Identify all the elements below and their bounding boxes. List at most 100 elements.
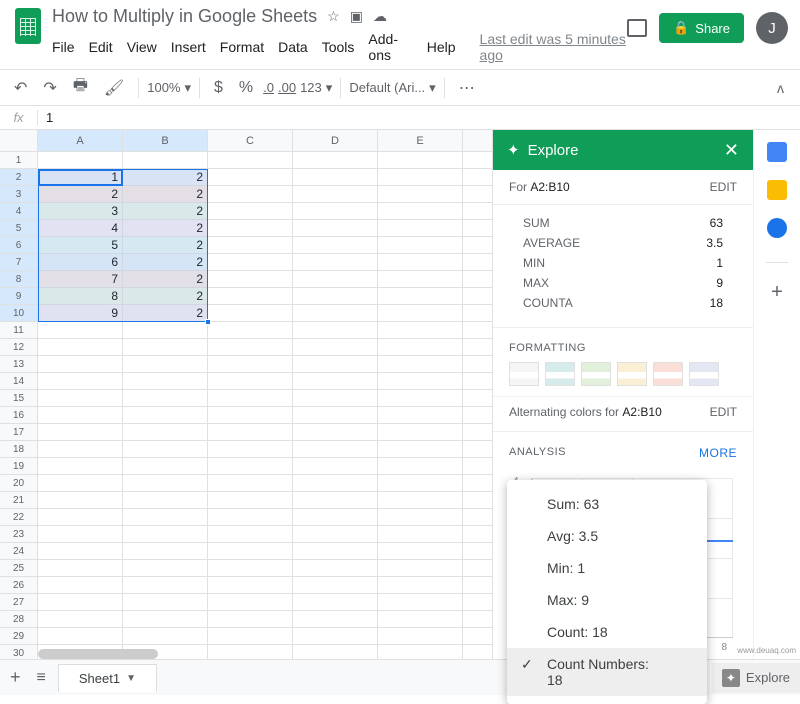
cell[interactable]: [378, 475, 463, 491]
cell[interactable]: [293, 492, 378, 508]
row-header[interactable]: 26: [0, 577, 38, 593]
cell[interactable]: [38, 390, 123, 406]
cell[interactable]: [123, 356, 208, 372]
color-swatch[interactable]: [581, 362, 611, 386]
cell[interactable]: [293, 509, 378, 525]
cell[interactable]: [378, 424, 463, 440]
cell[interactable]: [293, 322, 378, 338]
quick-sum-option[interactable]: Max: 9: [507, 584, 707, 616]
cell[interactable]: [293, 628, 378, 644]
cell[interactable]: [123, 509, 208, 525]
fill-handle[interactable]: [205, 319, 211, 325]
cell[interactable]: [378, 254, 463, 270]
cell[interactable]: [208, 458, 293, 474]
tasks-icon[interactable]: [767, 218, 787, 238]
doc-title[interactable]: How to Multiply in Google Sheets: [52, 6, 317, 27]
cell[interactable]: [293, 254, 378, 270]
cell[interactable]: [378, 322, 463, 338]
col-header-a[interactable]: A: [38, 130, 123, 151]
cell[interactable]: [378, 305, 463, 321]
cell[interactable]: [208, 288, 293, 304]
cell[interactable]: [293, 203, 378, 219]
addons-plus-icon[interactable]: +: [771, 281, 783, 304]
cell[interactable]: 5: [38, 237, 123, 253]
cell[interactable]: [123, 611, 208, 627]
cell[interactable]: [293, 424, 378, 440]
cell[interactable]: [378, 186, 463, 202]
cell[interactable]: [293, 560, 378, 576]
cell[interactable]: [38, 492, 123, 508]
cell[interactable]: [123, 339, 208, 355]
cell[interactable]: [208, 305, 293, 321]
cell[interactable]: [208, 526, 293, 542]
cell[interactable]: [293, 186, 378, 202]
all-sheets-icon[interactable]: ≡: [31, 669, 52, 687]
cell[interactable]: 2: [123, 186, 208, 202]
cell[interactable]: [38, 458, 123, 474]
cell[interactable]: [378, 237, 463, 253]
cell[interactable]: [378, 594, 463, 610]
cell[interactable]: [293, 373, 378, 389]
cell[interactable]: [123, 492, 208, 508]
select-all-corner[interactable]: [0, 130, 38, 151]
cell[interactable]: [208, 373, 293, 389]
edit-range-button[interactable]: EDIT: [710, 180, 737, 194]
cell[interactable]: [208, 322, 293, 338]
cell[interactable]: [38, 424, 123, 440]
color-swatch[interactable]: [653, 362, 683, 386]
cell[interactable]: [293, 339, 378, 355]
redo-icon[interactable]: ↷: [37, 74, 62, 102]
cell[interactable]: [378, 390, 463, 406]
cell[interactable]: [123, 628, 208, 644]
cell[interactable]: [378, 560, 463, 576]
row-header[interactable]: 4: [0, 203, 38, 219]
cell[interactable]: [123, 577, 208, 593]
cell[interactable]: [208, 339, 293, 355]
row-header[interactable]: 15: [0, 390, 38, 406]
col-header-b[interactable]: B: [123, 130, 208, 151]
cell[interactable]: 8: [38, 288, 123, 304]
cell[interactable]: [293, 220, 378, 236]
cell[interactable]: [38, 560, 123, 576]
color-swatch[interactable]: [689, 362, 719, 386]
menu-insert[interactable]: Insert: [171, 39, 206, 55]
cell[interactable]: [378, 407, 463, 423]
cell[interactable]: [378, 220, 463, 236]
cell[interactable]: [208, 390, 293, 406]
quick-sum-option[interactable]: Count: 18: [507, 616, 707, 648]
cell[interactable]: [378, 611, 463, 627]
cell[interactable]: [208, 186, 293, 202]
row-header[interactable]: 17: [0, 424, 38, 440]
cell[interactable]: [293, 458, 378, 474]
cell[interactable]: [123, 373, 208, 389]
cell[interactable]: [38, 611, 123, 627]
keep-icon[interactable]: [767, 180, 787, 200]
row-header[interactable]: 3: [0, 186, 38, 202]
last-edit-hint[interactable]: Last edit was 5 minutes ago: [480, 31, 628, 63]
quick-sum-option[interactable]: Min: 1: [507, 552, 707, 584]
print-icon[interactable]: 🖶: [67, 70, 94, 105]
col-header-d[interactable]: D: [293, 130, 378, 151]
color-swatch[interactable]: [545, 362, 575, 386]
cell[interactable]: 2: [38, 186, 123, 202]
cell[interactable]: [208, 509, 293, 525]
row-header[interactable]: 20: [0, 475, 38, 491]
row-header[interactable]: 19: [0, 458, 38, 474]
row-header[interactable]: 7: [0, 254, 38, 270]
cell[interactable]: [208, 611, 293, 627]
row-header[interactable]: 5: [0, 220, 38, 236]
cell[interactable]: [293, 271, 378, 287]
cell[interactable]: [378, 543, 463, 559]
explore-button[interactable]: ✦ Explore: [712, 663, 800, 693]
cell[interactable]: [123, 458, 208, 474]
cell[interactable]: [208, 594, 293, 610]
cell[interactable]: [208, 441, 293, 457]
row-header[interactable]: 22: [0, 509, 38, 525]
cell[interactable]: 7: [38, 271, 123, 287]
undo-icon[interactable]: ↶: [8, 74, 33, 102]
cell[interactable]: 2: [123, 288, 208, 304]
cell[interactable]: [208, 560, 293, 576]
cell[interactable]: [38, 339, 123, 355]
cell[interactable]: [208, 169, 293, 185]
cell[interactable]: 2: [123, 237, 208, 253]
